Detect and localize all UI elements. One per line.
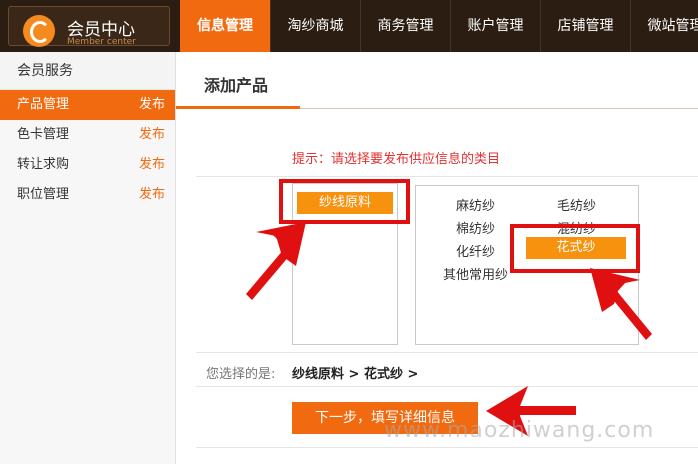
annotation-arrow-icon [590,268,652,340]
annotation-arrow-icon [246,222,306,300]
watermark: www.maozhiwang.com [384,418,655,443]
annotation-arrows [246,222,652,436]
page: 会员中心 Member center 信息管理 淘纱商城 商务管理 账户管理 店… [0,0,698,464]
